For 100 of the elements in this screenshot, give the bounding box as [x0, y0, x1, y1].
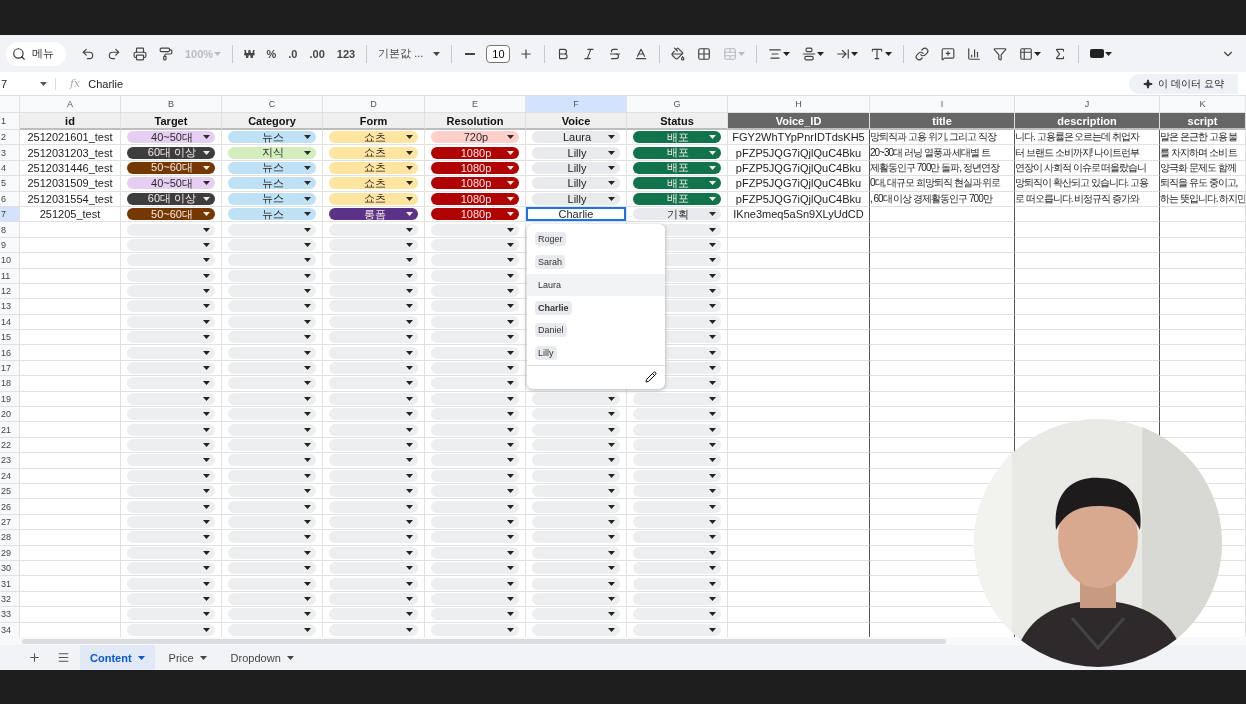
currency-button[interactable]: ₩ — [241, 45, 258, 62]
dropdown-chip[interactable]: 뉴스 — [228, 208, 316, 221]
menu-option[interactable]: Laura — [535, 277, 565, 292]
menu-option[interactable]: Charlie — [535, 300, 572, 315]
dropdown-chip[interactable]: 60대 이상 — [127, 192, 215, 205]
column-header[interactable]: G — [627, 96, 728, 113]
row-number[interactable]: 5 — [0, 176, 20, 192]
table-cell: 망퇴직과 고용 위기, 그리고 직장 — [870, 130, 1015, 146]
table-cell: 퇴직을 유도 중이고, — [1160, 176, 1246, 192]
menu-option[interactable]: Lilly — [535, 346, 557, 361]
dropdown-chip[interactable]: 쇼츠 — [329, 131, 418, 144]
dropdown-chip[interactable]: 720p — [431, 131, 519, 144]
number-format-button[interactable]: 123 — [333, 45, 359, 62]
dropdown-chip[interactable]: 40~50대 — [127, 131, 215, 144]
row-number[interactable]: 2 — [0, 130, 20, 146]
column-header[interactable]: K — [1160, 96, 1246, 113]
increase-decimal-button[interactable]: .00 — [306, 45, 328, 62]
dropdown-chip[interactable]: 쇼츠 — [329, 177, 418, 190]
search-field[interactable]: 메뉴 — [6, 41, 66, 66]
summarize-button[interactable]: 이 데이터 요약 — [1129, 73, 1238, 94]
dropdown-chip[interactable]: 40~50대 — [127, 177, 215, 190]
column-header[interactable]: C — [222, 96, 323, 113]
dropdown-chip[interactable]: 배포 — [633, 131, 721, 144]
dropdown-chip[interactable]: 뉴스 — [228, 161, 316, 174]
column-header[interactable]: J — [1015, 96, 1160, 113]
dropdown-chip[interactable]: 뉴스 — [228, 192, 316, 205]
row-number[interactable]: 15 — [0, 330, 20, 346]
row-number[interactable]: 31 — [0, 576, 20, 592]
dropdown-chip[interactable]: 1080p — [431, 192, 519, 205]
dropdown-chip[interactable]: 50~60대 — [127, 161, 215, 174]
dropdown-chip[interactable]: 50~60대 — [127, 208, 215, 221]
row-number[interactable]: 10 — [0, 253, 20, 269]
row-number[interactable]: 26 — [0, 499, 20, 515]
decrease-decimal-button[interactable]: .0 — [285, 45, 301, 62]
column-header[interactable]: A — [20, 96, 121, 113]
column-header[interactable]: D — [323, 96, 425, 113]
dropdown-chip[interactable]: 지식 — [228, 146, 316, 159]
dropdown-chip[interactable]: 쇼츠 — [329, 146, 418, 159]
dropdown-chip[interactable]: Lilly — [532, 192, 620, 205]
dropdown-chip[interactable]: 배포 — [633, 146, 721, 159]
table-cell: 연장이 사회적 이슈로 떠올랐습니 — [1015, 160, 1160, 177]
dropdown-chip[interactable]: Lilly — [532, 161, 620, 174]
table-cell: 2512031203_test — [20, 145, 121, 161]
font-dropdown[interactable]: 기본값 ... — [375, 44, 444, 63]
formula-value: Charlie — [88, 77, 124, 90]
header-cell: title — [870, 113, 1015, 130]
dropdown-chip[interactable]: Laura — [532, 131, 620, 144]
row-number[interactable]: 21 — [0, 422, 20, 438]
sheet-tab[interactable]: Dropdown — [220, 645, 304, 670]
font-size-field[interactable]: 10 — [486, 44, 511, 63]
dropdown-chip[interactable]: 배포 — [633, 192, 721, 205]
dropdown-chip[interactable]: 뉴스 — [228, 177, 316, 190]
dropdown-chip[interactable]: 1080p — [431, 208, 519, 221]
search-label: 메뉴 — [32, 46, 54, 61]
row-number[interactable]: 23 — [0, 453, 20, 469]
row-number[interactable]: 1 — [0, 113, 20, 130]
header-cell: Resolution — [425, 113, 526, 130]
table-cell: 를 차지하며 소비 트 — [1160, 145, 1246, 161]
dropdown-chip[interactable]: 쇼츠 — [329, 192, 418, 205]
row-number[interactable]: 33 — [0, 607, 20, 623]
column-header[interactable]: F — [526, 96, 627, 113]
dropdown-chip[interactable]: 배포 — [633, 177, 721, 190]
sheet-tab[interactable]: Content — [80, 645, 155, 670]
row-number[interactable]: 28 — [0, 530, 20, 546]
table-cell: 말은 은근한 고용 불 — [1160, 130, 1246, 146]
row-number[interactable]: 16 — [0, 345, 20, 361]
column-header[interactable]: B — [121, 96, 222, 113]
table-cell: pFZP5JQG7iQjlQuC4Bku — [728, 176, 870, 192]
dropdown-chip[interactable]: 1080p — [431, 161, 519, 174]
percent-button[interactable]: % — [263, 45, 280, 62]
row-number[interactable]: 18 — [0, 376, 20, 392]
dropdown-chip[interactable]: 뉴스 — [228, 131, 316, 144]
row-number[interactable]: 13 — [0, 299, 20, 315]
menu-option[interactable]: Roger — [535, 232, 566, 247]
column-header[interactable]: I — [870, 96, 1015, 113]
table-cell: 2512031446_test — [20, 160, 121, 177]
row-number[interactable]: 8 — [0, 222, 20, 238]
dropdown-chip[interactable]: 쇼츠 — [329, 161, 418, 174]
header-cell: Status — [627, 113, 728, 130]
sheet-tab[interactable]: Price — [158, 645, 217, 670]
table-cell: IKne3meq5aSn9XLyUdCD — [728, 206, 870, 223]
dropdown-chip[interactable]: Lilly — [532, 177, 620, 190]
dropdown-chip[interactable]: Lilly — [532, 146, 620, 159]
dropdown-chip[interactable]: 1080p — [431, 146, 519, 159]
dropdown-chip[interactable]: 롱폼 — [329, 208, 418, 221]
menu-option[interactable]: Daniel — [535, 323, 567, 338]
menu-option[interactable]: Sarah — [535, 255, 566, 270]
header-cell: Category — [222, 113, 323, 130]
dropdown-chip[interactable]: 1080p — [431, 177, 519, 190]
row-number[interactable]: 20 — [0, 407, 20, 423]
dropdown-chip[interactable]: 기획 — [633, 208, 721, 221]
table-cell: 터 브랜드 소비까지! 나이트런부 — [1015, 145, 1160, 161]
dropdown-chip[interactable]: 배포 — [633, 161, 721, 174]
row-number[interactable]: 3 — [0, 145, 20, 161]
column-header[interactable]: E — [425, 96, 526, 113]
function-label: fx — [70, 77, 81, 90]
table-cell: 251205_test — [20, 206, 121, 223]
column-header[interactable]: H — [728, 96, 870, 113]
dropdown-chip[interactable]: 60대 이상 — [127, 146, 215, 159]
table-cell: 2512031554_test — [20, 191, 121, 207]
